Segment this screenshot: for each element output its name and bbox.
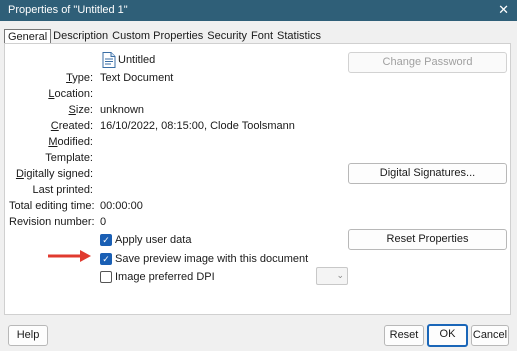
field-label: Size: xyxy=(9,104,93,116)
field-label: Modified: xyxy=(9,136,93,148)
field-value: Text Document xyxy=(100,72,174,84)
field-label-text: odified: xyxy=(57,136,93,148)
tab-description[interactable]: Description xyxy=(51,29,110,43)
apply-user-data-label: Apply user data xyxy=(115,234,192,246)
reset-button[interactable]: Reset xyxy=(384,325,424,346)
tab-custom-properties[interactable]: Custom Properties xyxy=(110,29,205,43)
document-name: Untitled xyxy=(118,54,156,66)
field-label: Total editing time: xyxy=(9,200,95,212)
checkbox-checked-icon: ✓ xyxy=(100,234,112,246)
tab-security[interactable]: Security xyxy=(205,29,249,43)
field-label-text: reated: xyxy=(58,120,93,132)
field-label: Digitally signed: xyxy=(9,168,93,180)
checkbox-checked-icon: ✓ xyxy=(100,253,112,265)
cancel-button[interactable]: Cancel xyxy=(471,325,509,346)
field-label-mnemonic: S xyxy=(68,104,76,116)
field-value: 16/10/2022, 08:15:00, Clode Toolsmann xyxy=(100,120,295,132)
field-value: 00:00:00 xyxy=(100,200,143,212)
field-label-text: Total editing time: xyxy=(9,200,95,212)
field-value: unknown xyxy=(100,104,145,116)
save-preview-label: Save preview image with this document xyxy=(115,253,309,265)
tab-font[interactable]: Font xyxy=(249,29,275,43)
field-label: Template: xyxy=(9,152,93,164)
tab-general[interactable]: General xyxy=(4,29,52,44)
field-label: Last printed: xyxy=(9,184,93,196)
field-label-mnemonic: C xyxy=(50,120,59,132)
field-label-mnemonic: D xyxy=(15,168,24,180)
chevron-down-icon: ⌄ xyxy=(336,270,344,280)
help-button[interactable]: Help xyxy=(8,325,48,346)
document-icon xyxy=(102,52,116,68)
field-label-text: Template: xyxy=(45,152,93,164)
field-value: 0 xyxy=(100,216,107,228)
field-label: Type: xyxy=(9,72,93,84)
change-password-button[interactable]: Change Password xyxy=(348,52,507,73)
field-label-mnemonic: M xyxy=(48,136,58,148)
field-label-text: ize: xyxy=(75,104,93,116)
field-label-text: Revision number: xyxy=(9,216,95,228)
field-label-text: ype: xyxy=(72,72,93,84)
window-title: Properties of "Untitled 1" xyxy=(8,4,128,16)
dpi-dropdown[interactable]: ⌄ xyxy=(316,267,348,285)
field-label-text: ocation: xyxy=(54,88,93,100)
field-label: Location: xyxy=(9,88,93,100)
title-bar: Properties of "Untitled 1" ✕ xyxy=(0,0,517,21)
field-label-text: igitally signed: xyxy=(23,168,93,180)
general-panel: Untitled Type: Text Document Location: Size… xyxy=(4,43,511,315)
checkbox-unchecked-icon xyxy=(100,271,112,283)
annotation-arrow-icon xyxy=(48,250,91,262)
field-label: Created: xyxy=(9,120,93,132)
ok-button[interactable]: OK xyxy=(427,324,468,347)
tab-statistics[interactable]: Statistics xyxy=(275,29,323,43)
image-dpi-label: Image preferred DPI xyxy=(115,271,215,283)
reset-properties-button[interactable]: Reset Properties xyxy=(348,229,507,250)
field-label-text: Last printed: xyxy=(32,184,93,196)
field-label: Revision number: xyxy=(9,216,95,228)
tab-strip: General Description Custom Properties Se… xyxy=(4,29,323,44)
image-dpi-checkbox[interactable]: Image preferred DPI xyxy=(100,271,215,283)
save-preview-checkbox[interactable]: ✓ Save preview image with this document xyxy=(100,253,308,265)
apply-user-data-checkbox[interactable]: ✓ Apply user data xyxy=(100,234,191,246)
digital-signatures-button[interactable]: Digital Signatures... xyxy=(348,163,507,184)
close-icon[interactable]: ✕ xyxy=(498,2,509,18)
